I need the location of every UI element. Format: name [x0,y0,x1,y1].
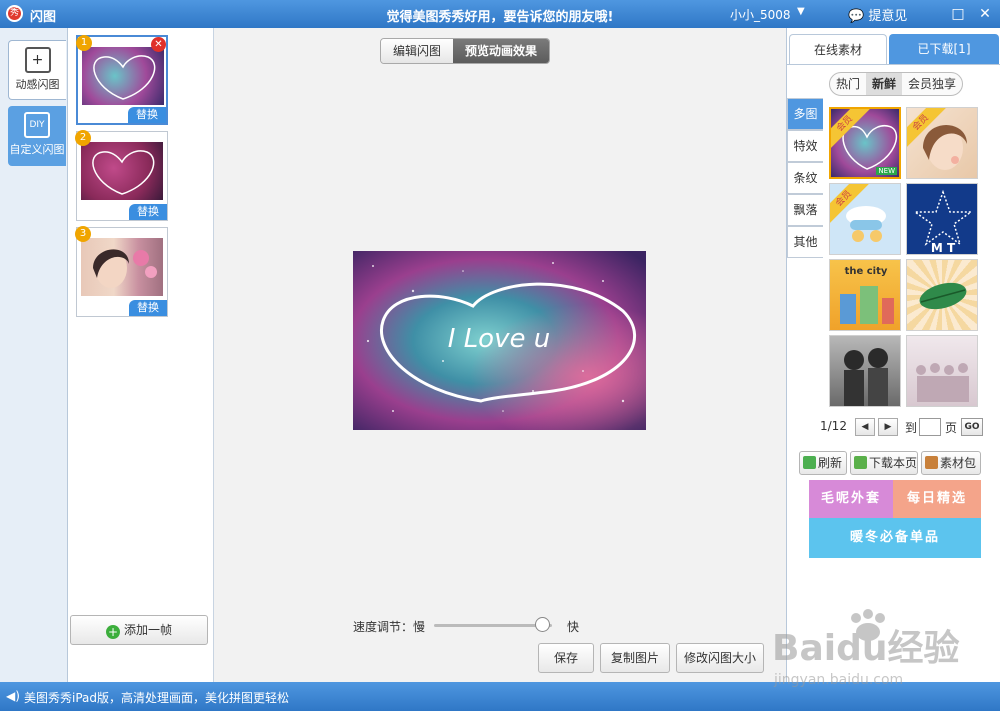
subtab-member[interactable]: 会员独享 [902,73,962,95]
page-input[interactable] [919,418,941,436]
chat-icon: 💬 [848,9,865,24]
frame-thumbnail [81,142,163,200]
category-effects[interactable]: 特效 [787,130,823,162]
download-page-button[interactable]: 下载本页 [850,451,918,475]
go-button[interactable]: GO [961,418,983,436]
sort-tabs: 热门 新鲜 会员独享 [829,72,964,96]
material-thumb[interactable] [906,335,978,407]
material-thumb[interactable] [829,335,901,407]
frame-thumbnail [82,47,164,105]
subtab-new[interactable]: 新鲜 [866,73,903,95]
frame-item[interactable]: 1 ✕ 替换 [76,35,168,125]
material-thumb[interactable]: M T [906,183,978,255]
frame-item[interactable]: 2 替换 [75,130,168,221]
app-logo-icon: 秀 [6,5,23,22]
frame-item[interactable]: 3 替换 [75,226,168,317]
diy-icon: DIY [24,112,50,138]
category-multi[interactable]: 多图 [787,98,823,130]
copy-image-button[interactable]: 复制图片 [600,643,670,673]
category-other[interactable]: 其他 [787,226,823,258]
feedback-label: 提意见 [868,9,908,24]
page-unit-label: 页 [945,421,958,435]
next-page-icon[interactable]: ▶ [878,418,898,436]
chevron-down-icon[interactable]: ▼ [797,6,805,17]
replace-button[interactable]: 替换 [128,107,166,123]
tab-downloaded[interactable]: 已下载[1] [889,34,999,64]
refresh-label: 刷新 [818,456,843,470]
category-falling[interactable]: 飘落 [787,194,823,226]
material-thumb[interactable] [906,259,978,331]
banner-winter-items[interactable]: 暖冬必备单品 [809,518,981,558]
tab-divider [787,64,1000,65]
material-pack-button[interactable]: 素材包 [921,451,981,475]
plus-icon: + [105,625,120,639]
goto-label: 到 [905,421,918,435]
frame-number: 2 [75,130,91,146]
download-label: 下载本页 [869,456,918,470]
nav-label: 动感闪图 [15,78,60,91]
user-name[interactable]: 小小_5008 [730,6,791,23]
material-thumb[interactable]: 会员 NEW [829,107,901,179]
speed-fast-label: 快 [567,620,580,634]
page-indicator: 1/12 [820,419,847,433]
thumb-caption: the city [845,266,888,277]
mode-tabs: 编辑闪图 预览动画效果 [380,38,551,64]
category-stripes[interactable]: 条纹 [787,162,823,194]
title-bar: 秀 闪图 觉得美图秀秀好用，要告诉您的朋友哦! 小小_5008 ▼ 💬 提意见 … [0,0,1000,28]
banner-daily-picks[interactable]: 每日精选 [893,480,981,518]
feedback-button[interactable]: 💬 提意见 [848,5,907,24]
tab-preview[interactable]: 预览动画效果 [453,39,550,63]
refresh-icon [803,456,816,469]
material-thumb[interactable]: 会员 [829,183,901,255]
add-frame-label: 添加一帧 [123,623,172,637]
tab-online-material[interactable]: 在线素材 [789,34,887,64]
tab-edit[interactable]: 编辑闪图 [381,39,454,63]
preview-image: I Love u [353,251,646,430]
material-pack-label: 素材包 [940,456,977,470]
speed-label: 速度调节：慢 [353,620,426,634]
nav-label: 自定义闪图 [9,143,65,156]
status-bar: ◀) 美图秀秀iPad版，高清处理画面，美化拼图更轻松 [0,682,1000,711]
preview-caption: I Love u [448,324,550,354]
frame-list: 1 ✕ 替换 2 替换 3 替换 [68,28,214,682]
maximize-icon[interactable]: □ [949,5,967,23]
frame-number: 1 [76,35,92,51]
nav-dynamic-flash[interactable]: + 动感闪图 [8,40,66,100]
frame-number: 3 [75,226,91,242]
save-button[interactable]: 保存 [538,643,594,673]
package-icon [925,456,938,469]
refresh-button[interactable]: 刷新 [799,451,847,475]
speaker-icon[interactable]: ◀) [6,689,20,703]
left-nav: + 动感闪图 DIY 自定义闪图 [0,28,68,682]
nav-custom-flash[interactable]: DIY 自定义闪图 [8,106,66,166]
window-title: 闪图 [30,10,57,25]
thumb-caption: M T [931,241,956,255]
banner-wool-coat[interactable]: 毛呢外套 [809,480,893,518]
material-panel: 在线素材 已下载[1] 热门 新鲜 会员独享 多图 特效 条纹 飘落 其他 会员… [786,28,1000,682]
resize-button[interactable]: 修改闪图大小 [676,643,764,673]
replace-button[interactable]: 替换 [129,300,167,316]
subtab-hot[interactable]: 热门 [830,73,866,95]
new-badge: NEW [876,167,897,175]
frame-thumbnail [81,238,163,296]
add-frame-button[interactable]: + 添加一帧 [70,615,208,645]
prev-page-icon[interactable]: ◀ [855,418,875,436]
material-thumb[interactable]: 会员 [906,107,978,179]
material-thumb[interactable]: the city [829,259,901,331]
download-icon [854,456,867,469]
status-text[interactable]: 美图秀秀iPad版，高清处理画面，美化拼图更轻松 [24,689,289,706]
speed-slider-thumb[interactable] [535,617,550,632]
sparkle-icon: + [24,47,51,73]
replace-button[interactable]: 替换 [129,204,167,220]
close-icon[interactable]: ✕ [976,5,994,23]
delete-icon[interactable]: ✕ [151,37,166,52]
